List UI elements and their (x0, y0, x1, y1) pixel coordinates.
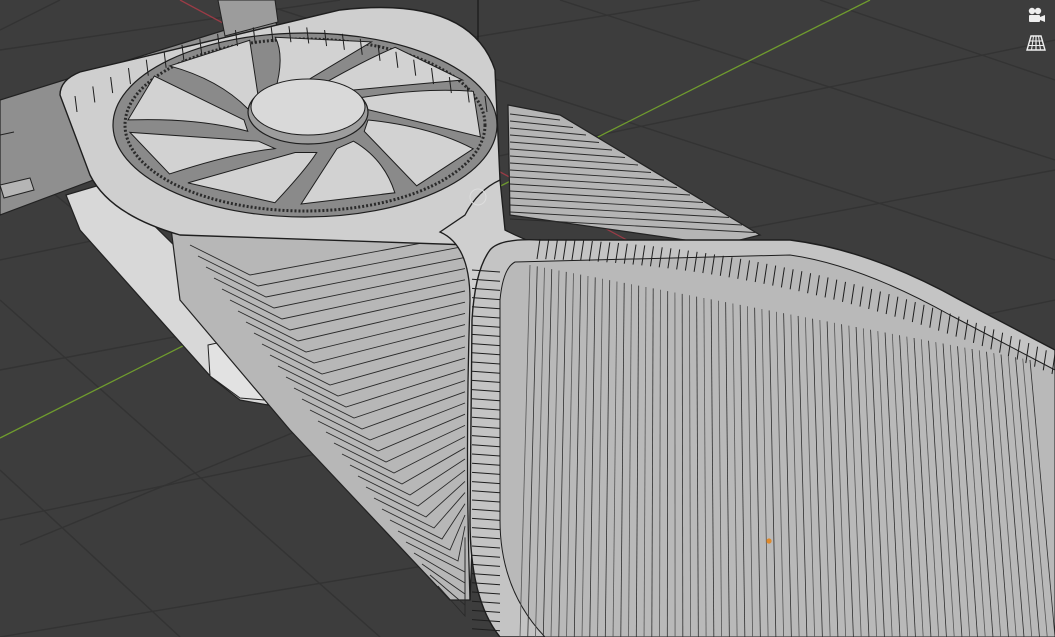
left-heatsink[interactable] (169, 219, 476, 601)
viewport-scene[interactable] (0, 0, 1055, 637)
3d-viewport[interactable] (0, 0, 1055, 637)
camera-view-button[interactable] (1023, 2, 1049, 28)
perspective-toggle-button[interactable] (1023, 30, 1049, 56)
object-origin-point[interactable] (766, 538, 772, 544)
fan-hub-cap (250, 78, 366, 136)
camera-view-icon (1028, 7, 1045, 22)
gpu-cooler-mesh[interactable] (0, 0, 1055, 637)
perspective-grid-icon (1026, 35, 1046, 51)
